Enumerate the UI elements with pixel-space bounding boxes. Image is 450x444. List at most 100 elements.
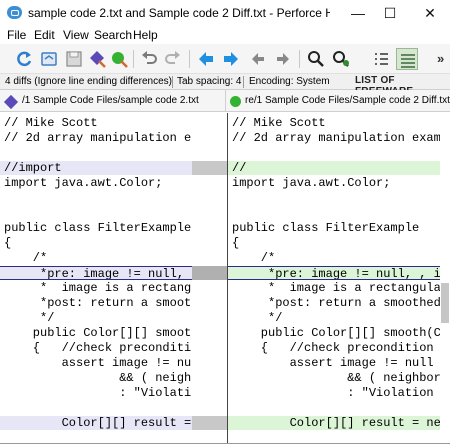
menu-help[interactable]: Help: [133, 28, 158, 42]
status-divider: [172, 76, 173, 88]
toolbar-divider: [299, 50, 300, 68]
tab-spacing-status: Tab spacing: 4: [177, 76, 242, 87]
code-line[interactable]: Color[][] result = new: [228, 416, 440, 430]
code-line[interactable]: [0, 206, 192, 220]
code-line[interactable]: // 2d array manipulation exa: [0, 131, 192, 145]
code-line[interactable]: : "Violation: [0, 386, 192, 400]
menu-file[interactable]: File: [7, 28, 26, 42]
code-line[interactable]: { //check precondition: [0, 341, 192, 355]
code-line[interactable]: { //check precondition: [228, 341, 440, 355]
code-line[interactable]: public Color[][] smooth(Col: [228, 326, 440, 340]
code-line[interactable]: *post: return a smoothe: [0, 296, 192, 310]
code-line[interactable]: * image is a rectangular: [228, 281, 440, 295]
edit-target-button[interactable]: [108, 48, 130, 70]
right-code-pane[interactable]: // Mike Scott// 2d array manipulation ex…: [227, 113, 440, 444]
file-path-bar: /1 Sample Code Files/sample code 2.txt r…: [0, 90, 450, 112]
code-line[interactable]: [0, 146, 192, 160]
undo-button[interactable]: [138, 48, 160, 70]
code-line[interactable]: [228, 206, 440, 220]
edit-source-button[interactable]: [86, 48, 108, 70]
code-line[interactable]: assert image != nul: [0, 356, 192, 370]
menu-edit[interactable]: Edit: [34, 28, 55, 42]
find-button[interactable]: [305, 48, 327, 70]
toolbar-divider: [133, 50, 134, 68]
status-divider: [243, 76, 244, 88]
code-line[interactable]: /*: [228, 251, 440, 265]
left-file-header[interactable]: /1 Sample Code Files/sample code 2.txt: [0, 90, 225, 112]
code-line[interactable]: //import: [0, 161, 192, 175]
vertical-scrollbar[interactable]: [440, 113, 450, 444]
code-line[interactable]: [228, 191, 440, 205]
prev-change-button[interactable]: [247, 48, 269, 70]
redo-icon: [165, 51, 180, 64]
find-replace-icon: [333, 51, 349, 67]
diff-mode-button[interactable]: [396, 48, 418, 70]
line-numbers-button[interactable]: [370, 48, 392, 70]
code-line[interactable]: [0, 401, 192, 415]
code-line[interactable]: [0, 191, 192, 205]
code-line[interactable]: // Mike Scott: [0, 116, 192, 130]
toolbar-divider: [189, 50, 190, 68]
maximize-button[interactable]: ☐: [370, 0, 410, 26]
code-line[interactable]: *pre: image != null, , ima: [228, 266, 440, 280]
code-line[interactable]: public class FilterExample: [0, 221, 192, 235]
code-line[interactable]: assert image != null &&: [228, 356, 440, 370]
refresh-icon: [17, 51, 32, 67]
right-file-path: re/1 Sample Code Files/Sample code 2 Dif…: [245, 95, 450, 106]
target-file-circle-icon: [230, 96, 241, 107]
app-logo-icon: [7, 6, 22, 19]
refresh-button[interactable]: [13, 48, 35, 70]
diff-connector-band: [192, 416, 227, 430]
encoding-status: Encoding: System: [249, 76, 330, 87]
code-line[interactable]: import java.awt.Color;: [0, 176, 192, 190]
code-line[interactable]: * image is a rectangu: [0, 281, 192, 295]
right-file-header[interactable]: re/1 Sample Code Files/Sample code 2 Dif…: [225, 90, 450, 112]
code-line[interactable]: {: [0, 236, 192, 250]
code-line[interactable]: : "Violation of: [228, 386, 440, 400]
diff-mode-icon: [401, 54, 415, 68]
toolbar-overflow-button[interactable]: »: [437, 51, 444, 66]
title-bar: sample code 2.txt and Sample code 2 Diff…: [0, 0, 450, 26]
code-line[interactable]: */: [228, 311, 440, 325]
code-line[interactable]: *post: return a smoothed v: [228, 296, 440, 310]
code-line[interactable]: import java.awt.Color;: [228, 176, 440, 190]
edit-source-icon: [90, 51, 106, 68]
code-line[interactable]: //: [228, 161, 440, 175]
code-line[interactable]: {: [228, 236, 440, 250]
code-line[interactable]: // Mike Scott: [228, 116, 440, 130]
next-diff-icon: [224, 52, 238, 66]
save-icon: [66, 51, 82, 67]
close-button[interactable]: ✕: [410, 0, 450, 26]
redo-button[interactable]: [162, 48, 184, 70]
code-line[interactable]: */: [0, 311, 192, 325]
code-line[interactable]: /*: [0, 251, 192, 265]
open-icon: [41, 52, 57, 66]
diff-gutter: [192, 113, 227, 444]
menu-view[interactable]: View: [63, 28, 89, 42]
status-bar: 4 diffs (Ignore line ending differences)…: [0, 74, 450, 97]
code-line[interactable]: && ( neighborh: [228, 371, 440, 385]
diff-connector-band: [192, 266, 227, 280]
menu-bar: File Edit View Search Help: [0, 26, 450, 44]
left-code-pane[interactable]: // Mike Scott// 2d array manipulation ex…: [0, 113, 192, 444]
prev-diff-button[interactable]: [195, 48, 217, 70]
scrollbar-thumb[interactable]: [441, 283, 449, 323]
next-change-icon: [277, 53, 289, 65]
next-change-button[interactable]: [272, 48, 294, 70]
diff-connector-band: [192, 161, 227, 175]
code-line[interactable]: // 2d array manipulation exampl: [228, 131, 440, 145]
code-line[interactable]: *pre: image != null, im: [0, 266, 192, 280]
save-button[interactable]: [63, 48, 85, 70]
next-diff-button[interactable]: [220, 48, 242, 70]
code-line[interactable]: [228, 146, 440, 160]
code-line[interactable]: public class FilterExample: [228, 221, 440, 235]
code-line[interactable]: && ( neighbor: [0, 371, 192, 385]
code-line[interactable]: Color[][] result = n: [0, 416, 192, 430]
code-line[interactable]: [228, 401, 440, 415]
toolbar: »: [0, 44, 450, 74]
find-replace-button[interactable]: [330, 48, 352, 70]
code-line[interactable]: public Color[][] smooth: [0, 326, 192, 340]
open-button[interactable]: [38, 48, 60, 70]
menu-search[interactable]: Search: [94, 28, 132, 42]
window-title: sample code 2.txt and Sample code 2 Diff…: [28, 6, 330, 20]
